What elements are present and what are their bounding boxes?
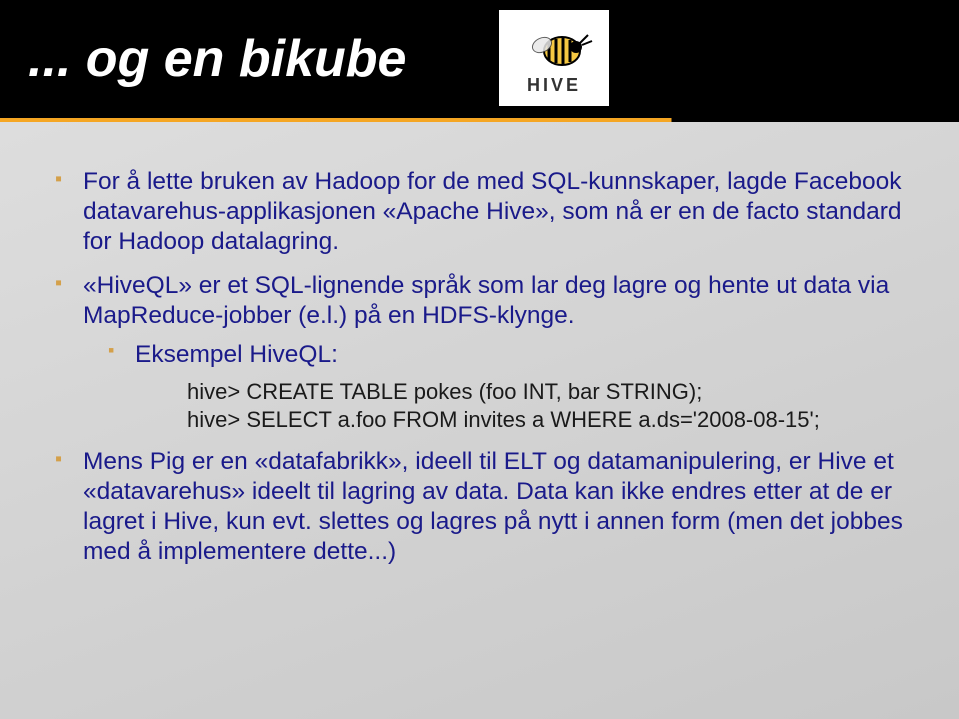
hive-logo-text: HIVE	[527, 75, 581, 96]
code-block: hive> CREATE TABLE pokes (foo INT, bar S…	[135, 378, 909, 433]
bullet-item-2: «HiveQL» er et SQL-lignende språk som la…	[55, 271, 909, 434]
bullet-list: For å lette bruken av Hadoop for de med …	[55, 167, 909, 567]
bullet-item-3: Mens Pig er en «datafabrikk», ideell til…	[55, 447, 909, 567]
hive-logo: HIVE	[499, 10, 609, 106]
bullet-item-1: For å lette bruken av Hadoop for de med …	[55, 167, 909, 257]
sub-text: Eksempel HiveQL:	[135, 341, 338, 368]
slide-content: For å lette bruken av Hadoop for de med …	[0, 122, 959, 601]
code-line-1: hive> CREATE TABLE pokes (foo INT, bar S…	[187, 378, 909, 406]
code-line-2: hive> SELECT a.foo FROM invites a WHERE …	[187, 406, 909, 434]
bullet-text: «HiveQL» er et SQL-lignende språk som la…	[83, 272, 889, 329]
bee-icon	[514, 21, 594, 75]
sub-list: Eksempel HiveQL: hive> CREATE TABLE poke…	[83, 340, 909, 433]
sub-item: Eksempel HiveQL: hive> CREATE TABLE poke…	[83, 340, 909, 433]
bullet-text: Mens Pig er en «datafabrikk», ideell til…	[83, 448, 903, 565]
slide-title: ... og en bikube	[28, 29, 406, 89]
slide-header: ... og en bikube HIVE	[0, 0, 959, 118]
bullet-text: For å lette bruken av Hadoop for de med …	[83, 168, 902, 255]
